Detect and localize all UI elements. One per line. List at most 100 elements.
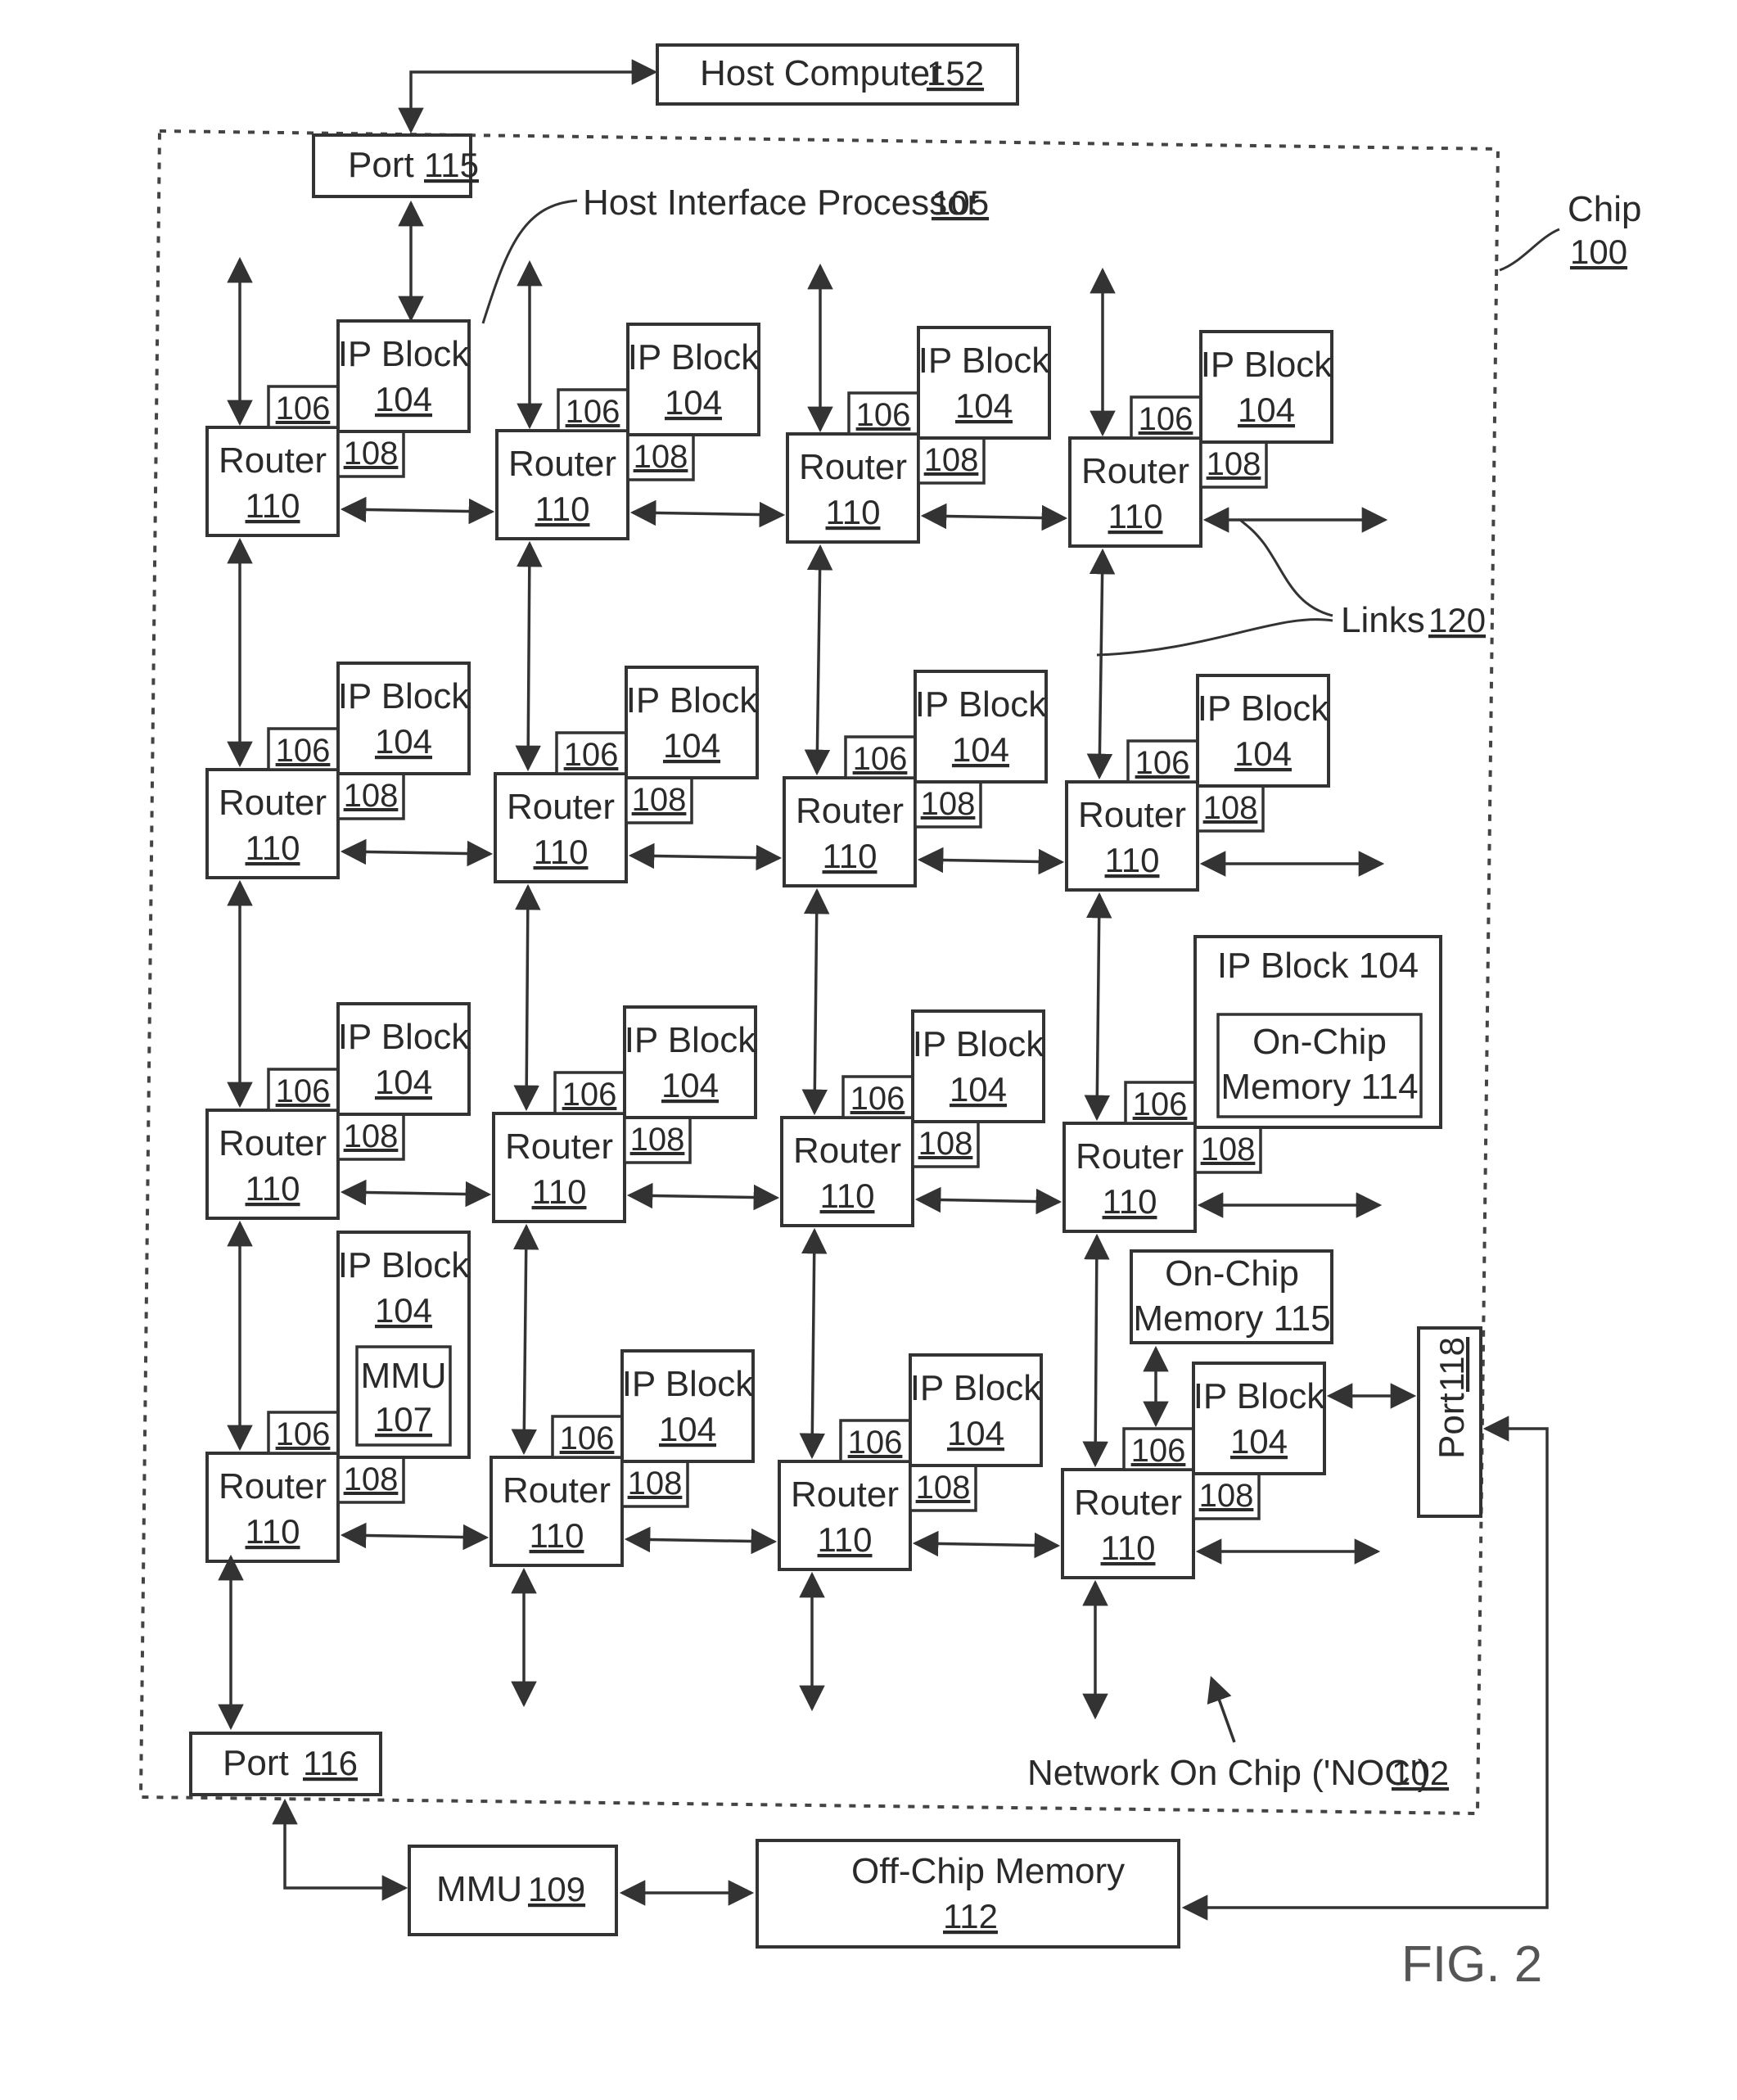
router-box: Router 110 [490,1456,624,1567]
network-interface-controller-ref: 108 [634,439,688,475]
ip-block-label: IP Block [915,684,1048,725]
ip-block-box: IP Block 104 [1196,674,1330,788]
network-interface-controller-ref: 108 [1199,1478,1254,1514]
mem-comm-controller-ref: 106 [276,1073,331,1109]
svg-text:105: 105 [932,183,989,222]
mmu-ref: 107 [375,1400,432,1438]
svg-text:118: 118 [1432,1337,1471,1392]
network-interface-controller-108: 108 [1199,440,1268,489]
ip-block-ref: 104 [947,1414,1004,1452]
vertical-link [511,1223,539,1456]
ip-block-ref: 104 [375,722,432,761]
node-r4-c2: Router 110 106 108 IP Block 104 [490,1349,755,1567]
ip-block-ref: 104 [375,380,432,418]
svg-text:MMU: MMU [436,1869,522,1909]
ip-block-ref: 104 [661,1066,719,1104]
vertical-link [1086,548,1116,780]
router-grid: Router 110 106 108 IP Block 104 Router 110 106 10… [205,200,1442,1720]
mem-comm-controller-106: 106 [555,731,628,775]
network-interface-controller-108: 108 [336,1456,405,1504]
svg-text:109: 109 [528,1870,585,1908]
mem-comm-controller-106: 106 [267,1411,340,1455]
horizontal-link [624,1526,778,1555]
router-box: Router 110 [1065,780,1199,892]
horizontal-link [912,1530,1061,1559]
router-box: Router 110 [205,426,340,537]
mmu-109-box: MMU 109 [408,1845,618,1936]
router-ref: 110 [246,829,300,867]
router-ref: 110 [818,1520,873,1559]
mem-comm-controller-106: 106 [1124,1081,1197,1125]
svg-text:Port: Port [348,145,414,185]
mem-comm-controller-106: 106 [844,735,917,779]
on-chip-memory-ref: Memory 114 [1220,1067,1418,1107]
node-r1-c3: Router 110 106 108 IP Block 104 [786,326,1051,544]
ip-block-ref: 104 [950,1070,1007,1109]
ip-block-label: IP Block [625,1020,757,1060]
mmu-107: MMU 107 [355,1345,452,1447]
network-interface-controller-ref: 108 [924,442,979,478]
ip-block-box: IP Block 104 On-Chip Memory 114 [1193,935,1442,1129]
router-box: Router 110 [205,768,340,879]
vertical-link [799,1227,828,1460]
ip-block-box: IP Block 104 [336,1002,471,1116]
ip-block-box: IP Block 104 [336,662,471,775]
router-label: Router [219,1123,327,1163]
ip-block-label: IP Block [1198,689,1330,729]
network-interface-controller-ref: 108 [344,778,399,814]
ip-block-label: IP Block [338,1245,471,1285]
node-r1-c1: Router 110 106 108 IP Block 104 [205,319,471,537]
router-label: Router [219,440,327,481]
horizontal-link [914,1186,1063,1215]
router-label: Router [507,787,615,827]
network-interface-controller-108: 108 [336,772,405,820]
mem-comm-controller-106: 106 [557,388,629,432]
ip-block-label: IP Block 104 [1217,946,1419,986]
router-label: Router [793,1131,901,1171]
router-ref: 110 [534,833,589,871]
ip-block-box: IP Block 104 [336,319,471,433]
ip-block-label: IP Block [918,341,1051,381]
router-box: Router 110 [495,429,629,540]
vertical-link [513,883,541,1112]
mem-comm-controller-106: 106 [267,727,340,771]
network-interface-controller-108: 108 [909,1464,977,1512]
router-ref: 110 [826,493,881,531]
network-interface-controller-ref: 108 [344,1118,399,1154]
ip-block-label: IP Block [910,1368,1043,1408]
ip-block-ref: 104 [659,1410,716,1448]
router-label: Router [1078,795,1186,835]
mem-comm-controller-ref: 106 [856,397,911,433]
svg-text:116: 116 [303,1744,358,1782]
router-ref: 110 [246,1169,300,1208]
node-r3-c2: Router 110 106 108 IP Block 104 [492,1005,757,1223]
ip-block-label: IP Block [622,1364,755,1404]
port-115-box: Port 115 [312,133,479,198]
mem-comm-controller-ref: 106 [1139,401,1193,437]
horizontal-link [917,847,1065,875]
ip-block-label: IP Block [628,337,760,377]
ip-block-box: IP Block 104 [1192,1362,1326,1475]
ip-block-box: IP Block 104 [623,1005,757,1119]
router-label: Router [799,447,907,487]
router-ref: 110 [1103,1182,1157,1221]
network-interface-controller-ref: 108 [632,782,687,818]
ip-block-box: IP Block 104 [911,1009,1045,1123]
ip-block-label: IP Block [1193,1376,1326,1416]
ip-block-ref: 104 [952,730,1009,769]
ip-block-box: IP Block 104 [625,666,759,779]
router-label: Router [503,1470,611,1511]
mem-comm-controller-106: 106 [267,385,340,429]
on-chip-memory-ref: Memory 115 [1133,1298,1330,1339]
ip-block-label: IP Block [1201,345,1333,385]
network-interface-controller-ref: 108 [916,1470,971,1506]
horizontal-link [340,1179,492,1208]
svg-text:152: 152 [927,54,984,93]
node-r2-c3: Router 110 106 108 IP Block 104 [783,670,1048,887]
network-interface-controller-ref: 108 [344,1461,399,1497]
chip-label: Chip 100 [1499,189,1642,272]
horizontal-link [340,496,495,525]
host-interface-processor-label: Host Interface Processor 105 [481,183,989,324]
router-box: Router 110 [780,1116,914,1227]
port-116-box: Port 116 [189,1732,382,1796]
